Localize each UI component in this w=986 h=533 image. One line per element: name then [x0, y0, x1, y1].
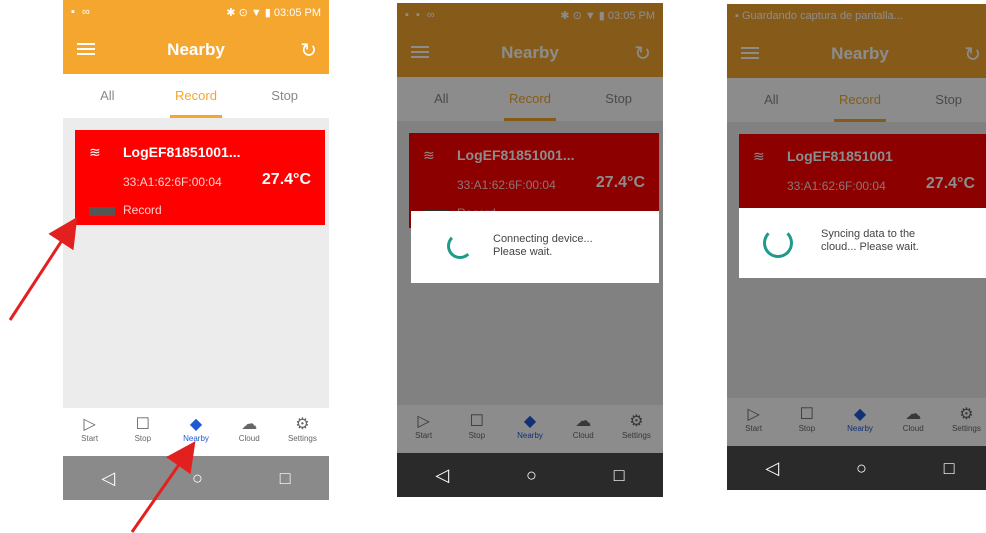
- device-temperature: 27.4°C: [261, 171, 311, 188]
- refresh-icon[interactable]: ↻: [300, 38, 317, 63]
- status-bar: ▪ ∞ ✱ ⊙ ▼ ▮ 03:05 PM: [63, 0, 329, 26]
- phone-screen-nearby-record: ▪ ∞ ✱ ⊙ ▼ ▮ 03:05 PM Nearby ↻ All Record…: [63, 0, 329, 500]
- bottom-nav: ▷ Start ☐ Stop ◆ Nearby ☁ Cloud ⚙ Settings: [63, 408, 329, 456]
- dialog-line-2: cloud... Please wait.: [821, 241, 919, 253]
- back-icon[interactable]: ◁: [765, 458, 779, 479]
- tab-all[interactable]: All: [63, 74, 152, 118]
- gear-icon: ⚙: [295, 416, 310, 433]
- back-icon[interactable]: ◁: [101, 468, 115, 489]
- syncing-dialog: Syncing data to the cloud... Please wait…: [739, 208, 986, 278]
- nav-stop[interactable]: ☐ Stop: [116, 408, 169, 456]
- device-status: Record: [123, 203, 162, 217]
- battery-icon: [89, 207, 115, 216]
- home-icon[interactable]: ○: [856, 458, 867, 479]
- nav-nearby[interactable]: ◆ Nearby: [169, 408, 222, 456]
- device-name: LogEF81851001...: [123, 144, 241, 160]
- tab-record[interactable]: Record: [152, 74, 241, 118]
- dialog-line-2: Please wait.: [493, 246, 553, 258]
- phone-screen-connecting: ▪ ▪ ∞ ✱ ⊙ ▼ ▮ 03:05 PM Nearby ↻ All Reco…: [397, 3, 663, 497]
- nav-cloud[interactable]: ☁ Cloud: [223, 408, 276, 456]
- system-nav-bar: ◁ ○ □: [63, 456, 329, 500]
- stop-icon: ☐: [135, 416, 150, 433]
- nav-settings[interactable]: ⚙ Settings: [276, 408, 329, 456]
- tab-stop[interactable]: Stop: [240, 74, 329, 118]
- phone-screen-syncing: ▪ Guardando captura de pantalla... Nearb…: [727, 4, 986, 490]
- dialog-message: Connecting device... Please wait.: [493, 233, 643, 259]
- home-icon[interactable]: ○: [526, 465, 537, 486]
- dialog-line-1: Syncing data to the: [821, 228, 916, 240]
- notification-icons: ▪ ∞: [71, 6, 92, 18]
- spinner-icon: [447, 233, 473, 259]
- device-card[interactable]: ≋ LogEF81851001... 33:A1:62:6F:00:04 27.…: [75, 130, 325, 225]
- nav-start[interactable]: ▷ Start: [63, 408, 116, 456]
- tab-bar: All Record Stop: [63, 74, 329, 118]
- compass-icon: ◆: [189, 416, 203, 433]
- dialog-message: Syncing data to the cloud... Please wait…: [821, 228, 971, 254]
- system-nav-bar: ◁ ○ □: [727, 446, 986, 490]
- play-icon: ▷: [83, 416, 96, 433]
- dialog-line-1: Connecting device...: [493, 233, 593, 245]
- connecting-dialog: Connecting device... Please wait.: [411, 211, 659, 283]
- recents-icon[interactable]: □: [280, 468, 291, 489]
- device-mac: 33:A1:62:6F:00:04: [123, 175, 222, 189]
- spinner-icon: [763, 228, 793, 258]
- home-icon[interactable]: ○: [192, 468, 203, 489]
- status-time-group: ✱ ⊙ ▼ ▮ 03:05 PM: [226, 7, 321, 19]
- app-bar: Nearby ↻: [63, 26, 329, 74]
- recents-icon[interactable]: □: [614, 465, 625, 486]
- recents-icon[interactable]: □: [944, 458, 955, 479]
- system-nav-bar: ◁ ○ □: [397, 453, 663, 497]
- wifi-icon: ≋: [89, 144, 101, 160]
- page-title: Nearby: [167, 40, 225, 59]
- back-icon[interactable]: ◁: [435, 465, 449, 486]
- cloud-icon: ☁: [241, 416, 258, 433]
- status-time: 03:05 PM: [273, 7, 321, 19]
